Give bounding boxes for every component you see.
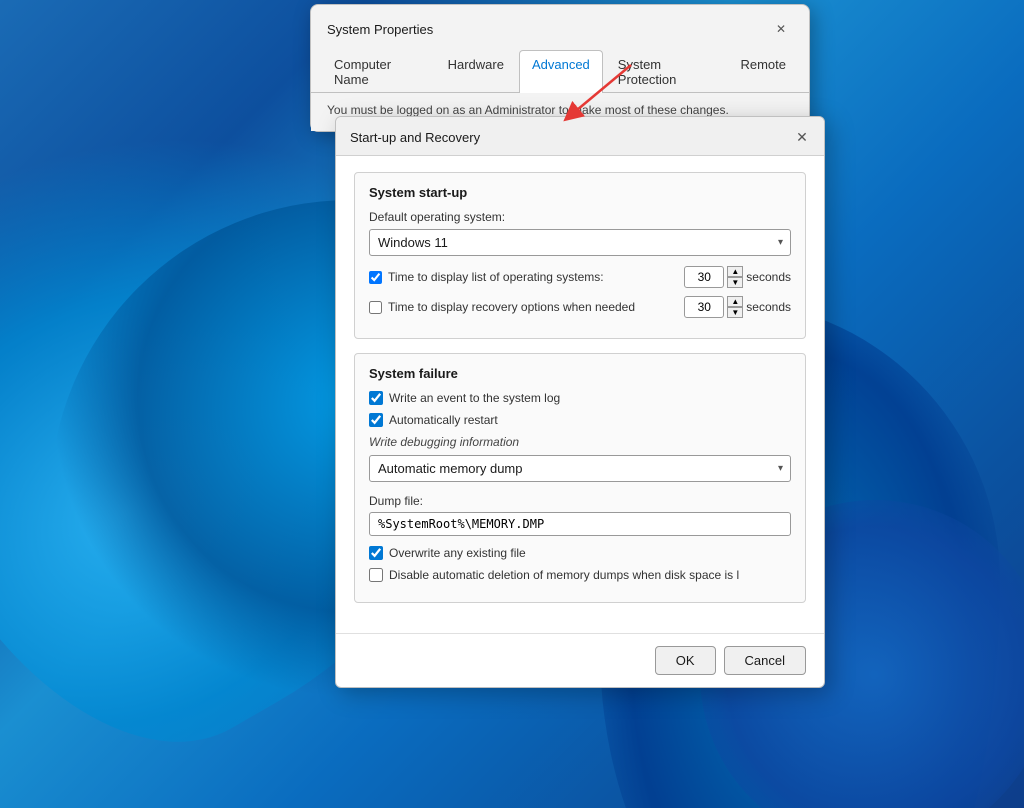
display-recovery-spinner-buttons: ▲ ▼ (727, 296, 743, 318)
display-list-label: Time to display list of operating system… (388, 270, 678, 284)
display-recovery-input[interactable] (684, 296, 724, 318)
cancel-button[interactable]: Cancel (724, 646, 806, 675)
disable-auto-delete-label: Disable automatic deletion of memory dum… (389, 568, 739, 582)
display-list-input[interactable] (684, 266, 724, 288)
startup-recovery-title: Start-up and Recovery (350, 130, 480, 145)
display-list-spinner-buttons: ▲ ▼ (727, 266, 743, 288)
write-event-label: Write an event to the system log (389, 391, 560, 405)
display-recovery-spinner: ▲ ▼ seconds (684, 296, 791, 318)
overwrite-label: Overwrite any existing file (389, 546, 526, 560)
dump-file-label: Dump file: (369, 494, 791, 508)
write-event-row: Write an event to the system log (369, 391, 791, 405)
system-startup-label: System start-up (369, 185, 791, 200)
auto-restart-label: Automatically restart (389, 413, 498, 427)
dump-file-input[interactable] (369, 512, 791, 536)
display-recovery-up-button[interactable]: ▲ (727, 296, 743, 307)
system-properties-title: System Properties (327, 22, 433, 37)
system-properties-dialog: System Properties ✕ Computer Name Hardwa… (310, 4, 810, 132)
overwrite-checkbox[interactable] (369, 546, 383, 560)
system-failure-section: System failure Write an event to the sys… (354, 353, 806, 603)
system-startup-section: System start-up Default operating system… (354, 172, 806, 339)
display-recovery-down-button[interactable]: ▼ (727, 307, 743, 318)
display-list-up-button[interactable]: ▲ (727, 266, 743, 277)
tab-system-protection[interactable]: System Protection (605, 50, 726, 93)
system-properties-tabs: Computer Name Hardware Advanced System P… (311, 49, 809, 93)
system-failure-label: System failure (369, 366, 791, 381)
display-recovery-row: Time to display recovery options when ne… (369, 296, 791, 318)
tab-hardware[interactable]: Hardware (435, 50, 517, 93)
admin-notice: You must be logged on as an Administrato… (327, 103, 793, 117)
write-event-checkbox[interactable] (369, 391, 383, 405)
debugging-type-dropdown[interactable]: Automatic memory dump Complete memory du… (369, 455, 791, 482)
default-os-dropdown[interactable]: Windows 11 (369, 229, 791, 256)
display-list-spinner: ▲ ▼ seconds (684, 266, 791, 288)
auto-restart-checkbox[interactable] (369, 413, 383, 427)
display-list-checkbox[interactable] (369, 271, 382, 284)
debugging-type-row: Automatic memory dump Complete memory du… (369, 455, 791, 482)
display-list-unit: seconds (746, 270, 791, 284)
startup-recovery-buttons: OK Cancel (336, 633, 824, 687)
startup-recovery-titlebar: Start-up and Recovery ✕ (336, 117, 824, 156)
display-recovery-checkbox[interactable] (369, 301, 382, 314)
display-list-row: Time to display list of operating system… (369, 266, 791, 288)
system-properties-close-button[interactable]: ✕ (769, 17, 793, 41)
overwrite-row: Overwrite any existing file (369, 546, 791, 560)
auto-restart-row: Automatically restart (369, 413, 791, 427)
disable-auto-delete-row: Disable automatic deletion of memory dum… (369, 568, 791, 582)
display-list-down-button[interactable]: ▼ (727, 277, 743, 288)
display-recovery-unit: seconds (746, 300, 791, 314)
write-debugging-label: Write debugging information (369, 435, 791, 449)
default-os-label: Default operating system: (369, 210, 791, 224)
startup-recovery-close-button[interactable]: ✕ (792, 127, 812, 147)
tab-computer-name[interactable]: Computer Name (321, 50, 433, 93)
startup-recovery-dialog: Start-up and Recovery ✕ System start-up … (335, 116, 825, 688)
display-recovery-label: Time to display recovery options when ne… (388, 300, 678, 314)
titlebar-controls: ✕ (769, 17, 793, 41)
default-os-row: Windows 11 ▾ (369, 229, 791, 256)
system-properties-titlebar: System Properties ✕ (311, 5, 809, 49)
startup-recovery-body: System start-up Default operating system… (336, 156, 824, 633)
disable-auto-delete-checkbox[interactable] (369, 568, 383, 582)
tab-advanced[interactable]: Advanced (519, 50, 603, 93)
tab-remote[interactable]: Remote (727, 50, 799, 93)
ok-button[interactable]: OK (655, 646, 716, 675)
